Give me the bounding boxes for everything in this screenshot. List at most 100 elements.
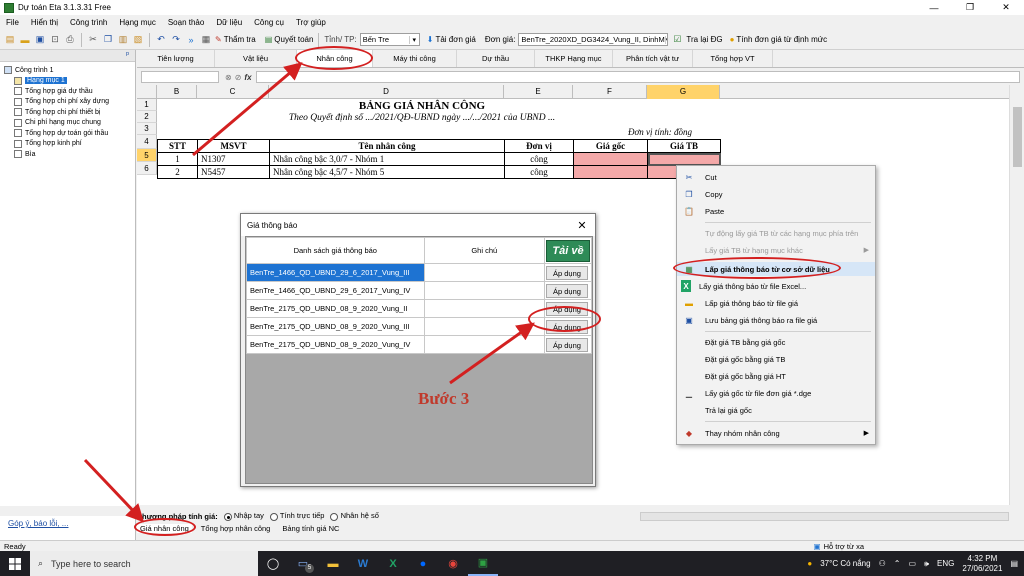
menu-item-copy[interactable]: ❐ Copy (677, 187, 875, 201)
print-icon[interactable]: ⎙ (64, 34, 76, 46)
tree-item-general-cost[interactable]: Chi phí hạng mục chung (4, 118, 135, 129)
windows-start-icon[interactable] (0, 551, 30, 576)
col-header-c[interactable]: C (197, 85, 269, 99)
clock[interactable]: 4:32 PM 27/06/2021 (962, 554, 1002, 574)
tab-tien-luong[interactable]: Tiên lượng (137, 50, 215, 67)
price-notice-name[interactable]: BenTre_2175_QD_UBND_08_9_2020_Vung_IV (246, 335, 425, 354)
taskbar-app-windows[interactable]: ▭ 5 (288, 551, 318, 576)
tab-du-thau[interactable]: Dự thầu (457, 50, 535, 67)
menu-item-tb-equals-base[interactable]: Đặt giá TB bằng giá gốc (677, 335, 875, 349)
menu-file[interactable]: File (6, 18, 19, 27)
menu-item-base-from-dge[interactable]: ▁ Lấy giá gốc từ file đơn giá *.dge (677, 386, 875, 400)
name-box[interactable] (141, 71, 219, 83)
tra-lai-dg-button[interactable]: Tra lại ĐG (686, 35, 722, 44)
method-coefficient-radio[interactable]: Nhân hệ số (330, 511, 379, 521)
tree-item-category[interactable]: Hạng mục 1 (4, 76, 135, 87)
formula-input[interactable] (255, 71, 1020, 83)
open-icon[interactable]: ▬ (19, 34, 31, 46)
format-icon[interactable]: ▧ (132, 34, 144, 46)
tree-item-project[interactable]: Công trình 1 (4, 65, 135, 76)
language-indicator[interactable]: ENG (937, 559, 954, 568)
menu-item-cut[interactable]: ✂ Cut (677, 170, 875, 184)
tab-vat-lieu[interactable]: Vật liệu (215, 50, 297, 67)
price-notice-name[interactable]: BenTre_1466_QD_UBND_29_6_2017_Vung_IV (246, 281, 425, 300)
scrollbar-thumb[interactable] (1013, 107, 1022, 167)
menu-item-category[interactable]: Hạng mục (119, 18, 155, 27)
tree-item-package-estimate[interactable]: Tổng hợp dự toán gói thầu (4, 128, 135, 139)
list-item[interactable]: BenTre_1466_QD_UBND_29_6_2017_Vung_III Á… (246, 263, 593, 282)
network-icon[interactable]: ▭ (908, 559, 916, 568)
cell-gia-goc[interactable] (573, 165, 648, 179)
price-notice-name[interactable]: BenTre_1466_QD_UBND_29_6_2017_Vung_III (246, 263, 425, 282)
apply-button[interactable]: Áp dụng (545, 283, 588, 298)
menu-item-paste[interactable]: 📋 Paste (677, 204, 875, 218)
method-direct-radio[interactable]: Tính trực tiếp (269, 511, 324, 521)
tree-item-bid-summary[interactable]: Tổng hợp giá dự thầu (4, 86, 135, 97)
price-notice-note[interactable] (423, 281, 545, 300)
corner-cell[interactable] (137, 85, 157, 99)
forward-icon[interactable]: » (185, 34, 197, 46)
tab-tong-hop-vt[interactable]: Tổng hợp VT (693, 50, 773, 67)
tham-tra-button[interactable]: ✎ Thẩm tra (215, 35, 256, 44)
header-don-vi[interactable]: Đơn vị (504, 139, 574, 153)
notification-icon[interactable]: ▤ (1010, 559, 1018, 568)
row-header-1[interactable]: 1 (137, 99, 157, 111)
tree-item-construction-cost[interactable]: Tổng hợp chi phí xây dựng (4, 97, 135, 108)
price-notice-note[interactable] (423, 263, 545, 282)
calculator-icon[interactable]: ▦ (200, 34, 212, 46)
menu-data[interactable]: Dữ liệu (216, 18, 242, 27)
province-select[interactable]: Bến Tre ▾ (359, 33, 420, 46)
file-explorer-icon[interactable]: ▬ (318, 551, 348, 576)
price-notice-note[interactable] (423, 317, 545, 336)
menu-tools[interactable]: Công cụ (254, 18, 284, 27)
col-header-g[interactable]: G (647, 85, 720, 99)
paste-icon[interactable]: ▥ (117, 34, 129, 46)
price-notice-note[interactable] (423, 299, 545, 318)
confirm-icon[interactable]: ⊘ (235, 73, 242, 82)
menu-item-base-equals-ht[interactable]: Đặt giá gốc bằng giá HT (677, 369, 875, 383)
don-gia-select[interactable]: BenTre_2020XD_DG3424_Vung_II, DinhM▾ (518, 33, 669, 46)
tab-may-thi-cong[interactable]: Máy thi công (373, 50, 457, 67)
excel-icon[interactable]: X (378, 551, 408, 576)
cell-msvt[interactable]: N1307 (197, 152, 270, 166)
apply-button[interactable]: Áp dụng (545, 265, 588, 280)
cell-ten[interactable]: Nhân công bậc 4,5/7 - Nhóm 5 (269, 165, 505, 179)
tree-item-total-cost[interactable]: Tổng hợp kinh phí (4, 139, 135, 150)
people-icon[interactable]: ⚇ (879, 559, 886, 568)
cell-stt[interactable]: 1 (157, 152, 198, 166)
download-button[interactable]: Tải về (545, 239, 590, 262)
header-ten-nhan-cong[interactable]: Tên nhân công (269, 139, 505, 153)
apply-button[interactable]: Áp dụng (545, 337, 588, 352)
tab-phan-tich-vat-tu[interactable]: Phân tích vật tư (613, 50, 693, 67)
close-window-button[interactable]: ✕ (988, 2, 1024, 13)
chrome-icon[interactable]: ◉ (438, 551, 468, 576)
col-header-d[interactable]: D (269, 85, 504, 99)
row-header-3[interactable]: 3 (137, 123, 157, 135)
tinh-don-gia-button[interactable]: ● Tính đơn giá từ định mức (730, 35, 828, 44)
remote-support[interactable]: ▣ Hỗ trợ từ xa (814, 542, 864, 551)
weather-text[interactable]: 37°C Có nắng (820, 559, 870, 568)
header-msvt[interactable]: MSVT (197, 139, 270, 153)
cell-ten[interactable]: Nhân công bậc 3,0/7 - Nhóm 1 (269, 152, 505, 166)
close-icon[interactable]: ✕ (569, 219, 595, 232)
cut-icon[interactable]: ✂ (87, 34, 99, 46)
print-preview-icon[interactable]: ⊡ (49, 34, 61, 46)
minimize-button[interactable]: — (916, 3, 952, 13)
tab-thkp-hang-muc[interactable]: THKP Hạng mục (535, 50, 613, 67)
cell-don-vi[interactable]: công (504, 165, 574, 179)
row-header-5[interactable]: 5 (137, 149, 157, 162)
cell-gia-tb[interactable] (647, 152, 721, 166)
menu-item-tb-other-category[interactable]: Lấy giá TB từ hạng mục khác ▶ (677, 243, 875, 257)
row-header-2[interactable]: 2 (137, 111, 157, 123)
checkbox-icon[interactable]: ☑ (671, 34, 683, 46)
header-stt[interactable]: STT (157, 139, 198, 153)
menu-item-restore-base[interactable]: Trả lại giá gốc (677, 403, 875, 417)
horizontal-scrollbar[interactable] (640, 512, 1009, 521)
fx-icon[interactable]: fx (244, 73, 251, 82)
col-header-f[interactable]: F (573, 85, 647, 99)
panel-pin[interactable]: ᵖ (0, 50, 135, 62)
menu-item-load-from-price-file[interactable]: ▬ Lấp giá thông báo từ file giá (677, 296, 875, 310)
new-icon[interactable]: ▤ (4, 34, 16, 46)
header-gia-tb[interactable]: Giá TB (647, 139, 721, 153)
price-notice-note[interactable] (423, 335, 545, 354)
